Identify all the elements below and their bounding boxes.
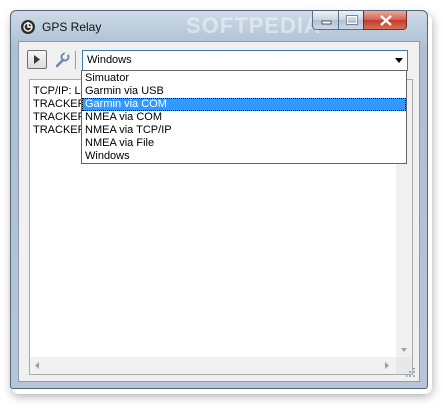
log-line: TCP/IP: Li xyxy=(33,85,84,97)
dropdown-option-highlighted[interactable]: Garmin via COM xyxy=(82,98,406,111)
dropdown-option[interactable]: Windows xyxy=(82,150,406,163)
log-line: TRACKER xyxy=(33,124,86,136)
satellite-icon xyxy=(20,19,36,35)
minimize-button[interactable] xyxy=(312,11,339,30)
log-line: TRACKER xyxy=(33,98,86,110)
close-icon xyxy=(380,15,392,26)
source-select-value: Windows xyxy=(87,54,132,66)
horizontal-scrollbar[interactable] xyxy=(30,357,396,374)
app-window: GPS Relay SOFTPEDIA Windows TCP/IP: Li T… xyxy=(10,10,428,389)
dropdown-option[interactable]: Garmin via USB xyxy=(82,85,406,98)
chevron-down-icon[interactable] xyxy=(395,58,403,63)
log-line: TRACKER xyxy=(33,111,86,123)
window-title: GPS Relay xyxy=(42,20,102,34)
source-dropdown-list: Simuator Garmin via USB Garmin via COM N… xyxy=(81,70,407,164)
minimize-icon xyxy=(321,20,332,25)
resize-grip-icon[interactable] xyxy=(406,368,416,378)
play-icon xyxy=(34,55,40,64)
source-select[interactable]: Windows xyxy=(82,50,408,71)
scroll-arrows-horizontal xyxy=(35,362,389,369)
dropdown-option[interactable]: NMEA via COM xyxy=(82,111,406,124)
dropdown-option[interactable]: Simuator xyxy=(82,72,406,85)
title-bar[interactable]: GPS Relay SOFTPEDIA xyxy=(11,11,427,39)
dropdown-option[interactable]: NMEA via TCP/IP xyxy=(82,124,406,137)
wrench-icon[interactable] xyxy=(54,51,70,68)
toolbar-separator xyxy=(75,51,76,69)
close-button[interactable] xyxy=(363,11,407,30)
play-button[interactable] xyxy=(27,50,47,69)
dropdown-option[interactable]: NMEA via File xyxy=(82,137,406,150)
softpedia-watermark: SOFTPEDIA xyxy=(186,13,321,38)
maximize-icon xyxy=(346,15,358,25)
maximize-button[interactable] xyxy=(338,11,364,30)
